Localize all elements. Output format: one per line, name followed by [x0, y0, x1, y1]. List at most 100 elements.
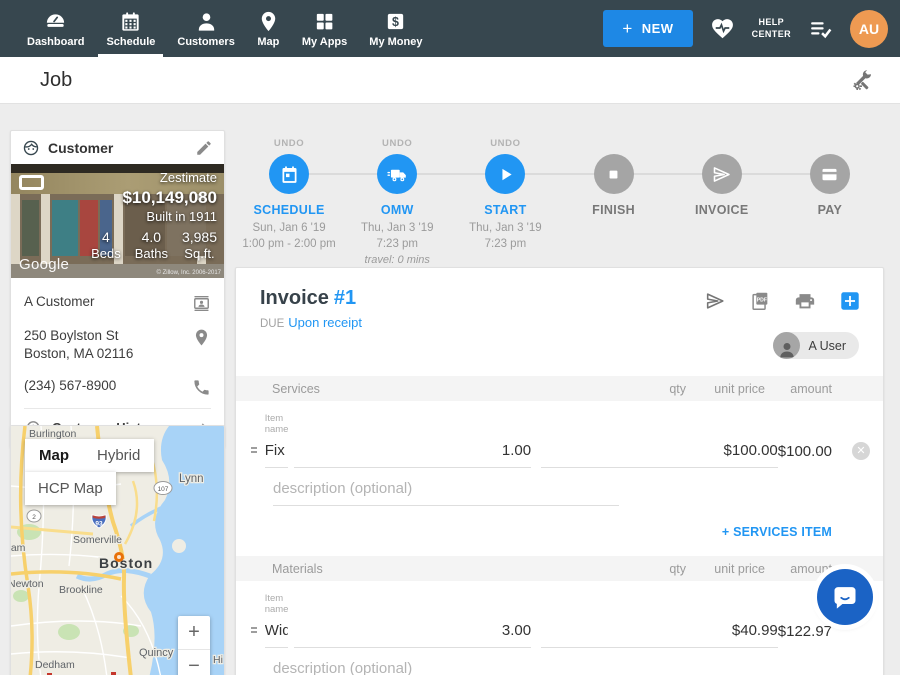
service-item-row: Item name $100.00 ✕ — [236, 401, 883, 468]
zestimate-overlay: Zestimate $10,149,080 Built in 1911 4Bed… — [91, 170, 217, 263]
assigned-user-chip[interactable]: A User — [773, 332, 859, 359]
customer-card-header: Customer — [11, 131, 224, 164]
qty-column-header: qty — [623, 562, 686, 576]
nav-label: Customers — [177, 36, 234, 48]
add-invoice-icon[interactable] — [839, 290, 861, 312]
contact-card-icon[interactable] — [192, 294, 211, 313]
pay-step-button[interactable] — [810, 154, 850, 194]
dollar-icon: $ — [384, 10, 407, 33]
send-icon — [711, 164, 732, 185]
list-check-icon[interactable] — [808, 16, 833, 41]
stat-baths: 4.0Baths — [135, 228, 168, 263]
svg-text:2: 2 — [32, 514, 36, 521]
timeline-step-finish: FINISH — [559, 138, 667, 269]
nav-item-map[interactable]: Map — [246, 0, 291, 57]
step-label: SCHEDULE — [254, 203, 325, 217]
material-name-input[interactable] — [265, 622, 289, 648]
zoom-in-button[interactable]: + — [178, 616, 210, 649]
truck-icon — [387, 164, 408, 185]
job-location-pin — [114, 552, 124, 562]
credit-card-icon — [819, 164, 840, 185]
nav-item-customers[interactable]: Customers — [166, 0, 245, 57]
add-service-row: + SERVICES ITEM — [236, 506, 883, 556]
property-photo: Zestimate $10,149,080 Built in 1911 4Bed… — [11, 164, 224, 278]
due-label: DUE — [260, 318, 284, 330]
map-pin-icon — [257, 10, 280, 33]
phone-icon[interactable] — [192, 378, 211, 397]
map-type-buttons: Map Hybrid — [25, 439, 154, 472]
nav-label: Dashboard — [27, 36, 84, 48]
timeline-step-schedule: UNDO SCHEDULE Sun, Jan 6 '191:00 pm - 2:… — [235, 138, 343, 269]
help-center-link[interactable]: HELP CENTER — [752, 17, 791, 40]
map-widget: 107 2 93 Burlington Lynn Somerville ham … — [10, 425, 225, 675]
nav-items: Dashboard Schedule Customers Map My Apps… — [0, 0, 433, 57]
schedule-step-button[interactable] — [269, 154, 309, 194]
step-dates: Thu, Jan 3 '197:23 pmtravel: 0 mins — [361, 220, 434, 269]
map-button[interactable]: Map — [25, 439, 83, 472]
timeline-step-omw: UNDO OMW Thu, Jan 3 '197:23 pmtravel: 0 … — [343, 138, 451, 269]
nav-item-schedule[interactable]: Schedule — [95, 0, 166, 57]
nav-item-dashboard[interactable]: Dashboard — [16, 0, 95, 57]
drag-handle[interactable] — [251, 445, 257, 455]
service-description-input[interactable] — [273, 480, 619, 506]
material-item-row: Item name $122.97 — [236, 581, 883, 648]
step-dates: Thu, Jan 3 '197:23 pm — [469, 220, 542, 252]
start-step-button[interactable] — [485, 154, 525, 194]
service-name-input[interactable] — [265, 442, 289, 468]
invoice-step-button[interactable] — [702, 154, 742, 194]
timeline-step-pay: PAY — [776, 138, 884, 269]
stop-icon — [603, 164, 624, 185]
chat-launcher-button[interactable] — [817, 569, 873, 625]
drag-handle[interactable] — [251, 625, 257, 635]
send-invoice-icon[interactable] — [704, 290, 726, 312]
undo-start-button[interactable]: UNDO — [490, 138, 520, 150]
person-icon — [195, 10, 218, 33]
nav-item-my-money[interactable]: $ My Money — [358, 0, 433, 57]
customer-card-title: Customer — [48, 140, 187, 156]
service-unit-price-input[interactable] — [541, 442, 778, 468]
section-label: Materials — [272, 562, 623, 576]
undo-schedule-button[interactable]: UNDO — [274, 138, 304, 150]
map-label-brookline: Brookline — [59, 584, 103, 596]
job-tools-icon[interactable] — [850, 69, 874, 93]
print-icon[interactable] — [794, 290, 816, 312]
add-services-item-button[interactable]: + SERVICES ITEM — [722, 525, 832, 539]
material-qty-input[interactable] — [294, 622, 531, 648]
help-line2: CENTER — [752, 29, 791, 40]
travel-time: travel: 0 mins — [365, 254, 430, 266]
hybrid-button[interactable]: Hybrid — [83, 439, 154, 472]
customer-phone: (234) 567-8900 — [24, 377, 116, 395]
zoom-out-button[interactable]: − — [178, 650, 210, 675]
customer-name: A Customer — [24, 293, 95, 311]
undo-omw-button[interactable]: UNDO — [382, 138, 412, 150]
map-label-lynn: Lynn — [179, 473, 204, 485]
material-unit-price-input[interactable] — [541, 622, 778, 648]
google-watermark: Google — [19, 256, 69, 273]
location-pin-icon[interactable] — [192, 328, 211, 347]
service-amount: $100.00 — [778, 443, 832, 468]
material-description-input[interactable] — [273, 660, 619, 675]
item-name-label: Item name — [265, 413, 289, 435]
omw-step-button[interactable] — [377, 154, 417, 194]
new-button[interactable]: + NEW — [603, 10, 692, 47]
assigned-user-name: A User — [808, 339, 846, 353]
heart-pulse-icon[interactable] — [710, 16, 735, 41]
delete-service-item-button[interactable]: ✕ — [852, 442, 870, 460]
due-value-link[interactable]: Upon receipt — [288, 315, 362, 330]
edit-pencil-icon[interactable] — [195, 139, 213, 157]
hcp-map-button[interactable]: HCP Map — [25, 472, 116, 505]
stat-sqft: 3,985Sq.ft. — [182, 228, 217, 263]
step-label: FINISH — [592, 203, 635, 217]
step-dates: Sun, Jan 6 '191:00 pm - 2:00 pm — [242, 220, 335, 252]
route-shield-2: 2 — [27, 510, 41, 522]
map-label-newton: Newton — [11, 578, 44, 590]
finish-step-button[interactable] — [594, 154, 634, 194]
pdf-icon[interactable]: PDF — [749, 290, 771, 312]
nav-item-my-apps[interactable]: My Apps — [291, 0, 358, 57]
service-qty-input[interactable] — [294, 442, 531, 468]
user-avatar[interactable]: AU — [850, 10, 888, 48]
section-label: Services — [272, 382, 623, 396]
map-zoom-control: + − — [178, 616, 210, 675]
amount-column-header: amount — [765, 382, 832, 396]
street-view-toggle-icon[interactable] — [19, 175, 44, 190]
